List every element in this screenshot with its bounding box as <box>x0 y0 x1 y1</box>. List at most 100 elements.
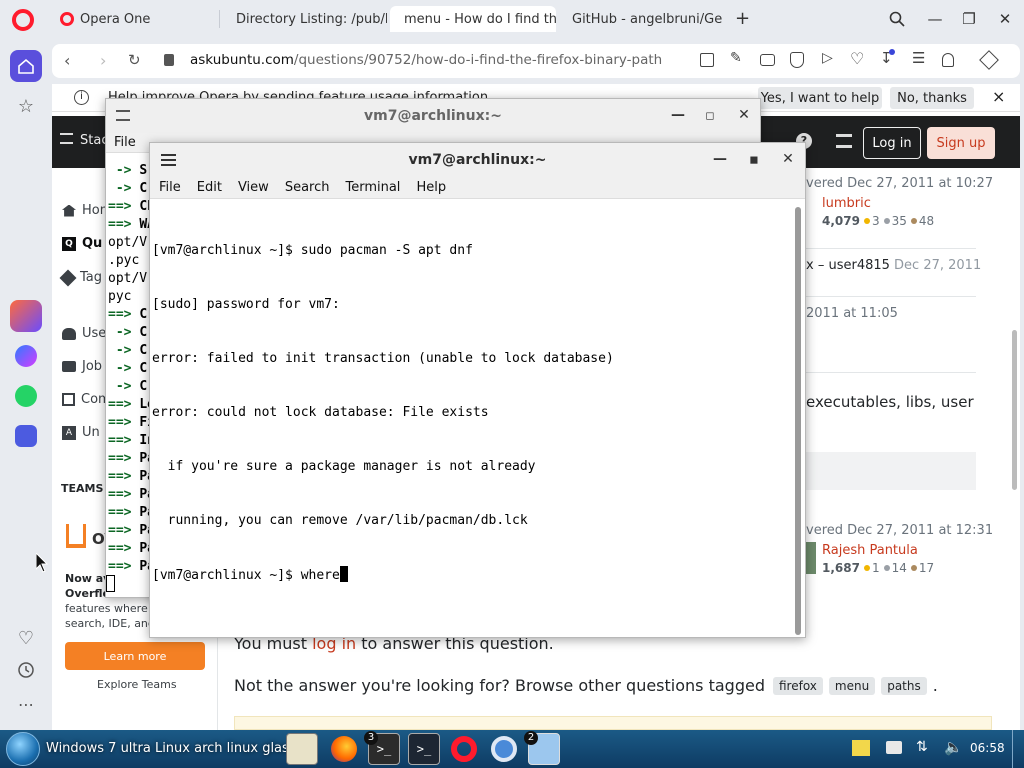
heart-bookmark-icon[interactable]: ♡ <box>850 49 864 68</box>
tab-directory-listing[interactable]: Directory Listing: /pub/b <box>222 6 387 32</box>
nav-questions[interactable]: Q Qu <box>62 236 102 251</box>
terminal-line: error: could not lock database: File exi… <box>152 405 489 420</box>
terminal-menu-search[interactable]: Search <box>277 180 338 195</box>
minimize-icon[interactable]: — <box>924 8 946 30</box>
tab-opera-one[interactable]: Opera One <box>52 6 217 32</box>
new-tab-button[interactable]: + <box>735 8 750 29</box>
opera-taskbar-icon[interactable] <box>448 733 480 765</box>
terminal-back-line: ==> Pa <box>108 523 155 538</box>
terminal-menu-view[interactable]: View <box>230 180 277 195</box>
play-icon[interactable]: ▷ <box>822 50 833 66</box>
answer2-rep: 1,687 1 14 17 <box>822 561 935 575</box>
opera-menu-icon[interactable] <box>12 9 34 31</box>
tab-github[interactable]: GitHub - angelbruni/Ge <box>558 6 723 32</box>
terminal-back-line: ==> Fi <box>108 415 155 430</box>
extensions-cube-icon[interactable] <box>979 50 999 70</box>
login-button[interactable]: Log in <box>863 127 921 159</box>
signup-button[interactable]: Sign up <box>927 127 995 159</box>
messenger-icon[interactable] <box>10 340 42 372</box>
answer2-user-link[interactable]: Rajesh Pantula <box>822 543 918 558</box>
tag-menu[interactable]: menu <box>828 676 876 695</box>
terminal-back-menu-file[interactable]: File <box>106 135 144 150</box>
terminal-front-close-icon[interactable]: ✕ <box>778 149 798 169</box>
notes-tray-icon[interactable] <box>852 740 870 756</box>
briefcase-icon <box>62 361 76 372</box>
whatsapp-icon[interactable] <box>10 380 42 412</box>
volume-tray-icon[interactable]: 🔈 <box>944 738 963 756</box>
profile-icon[interactable] <box>942 53 954 67</box>
back-icon[interactable]: ‹ <box>64 51 70 70</box>
terminal-back-hamburger-icon[interactable] <box>116 110 130 121</box>
split-view-icon[interactable] <box>700 53 714 67</box>
network-tray-icon[interactable]: ⇅ <box>916 739 928 755</box>
site-switcher-icon[interactable] <box>836 134 852 148</box>
terminal-front-maximize-icon[interactable]: ◼ <box>744 149 764 169</box>
nav-users[interactable]: Use <box>62 326 106 341</box>
edit-icon[interactable]: ✎ <box>730 50 742 66</box>
printer-tray-icon[interactable] <box>886 741 902 754</box>
reload-icon[interactable]: ↻ <box>128 51 141 69</box>
terminal-front-minimize-icon[interactable]: — <box>710 149 730 169</box>
questions-icon: Q <box>62 236 76 251</box>
speed-dial-star-icon[interactable]: ☆ <box>10 90 42 122</box>
firefox-icon[interactable] <box>328 733 360 765</box>
tag-firefox[interactable]: firefox <box>772 676 823 695</box>
shield-icon[interactable] <box>790 52 804 68</box>
terminal-window-count: 3 <box>364 731 378 745</box>
tag-paths[interactable]: paths <box>881 676 927 695</box>
terminal-back-line: ==> Pa <box>108 559 155 574</box>
terminal-taskbar-icon-2[interactable]: >_ <box>408 733 440 765</box>
music-player-icon[interactable] <box>10 420 42 452</box>
infobar-yes-button[interactable]: Yes, I want to help <box>758 87 882 109</box>
tab-askubuntu[interactable]: menu - How do I find the <box>390 6 556 32</box>
more-dots-icon[interactable]: ⋯ <box>10 688 42 720</box>
learn-more-button[interactable]: Learn more <box>65 642 205 670</box>
search-tabs-icon[interactable] <box>886 8 908 30</box>
terminal-menu-help[interactable]: Help <box>408 180 454 195</box>
terminal-back-line: opt/V <box>108 235 148 250</box>
home-icon[interactable] <box>10 50 42 82</box>
restore-icon[interactable]: ❐ <box>958 8 980 30</box>
terminal-back-minimize-icon[interactable]: — <box>668 105 688 125</box>
url-field[interactable]: askubuntu.com/questions/90752/how-do-i-f… <box>190 52 662 68</box>
terminal-back-close-icon[interactable]: ✕ <box>734 105 754 125</box>
tag-icon <box>59 269 77 286</box>
history-clock-icon[interactable] <box>10 654 42 686</box>
camera-icon[interactable] <box>760 54 775 66</box>
terminal-back-titlebar[interactable]: vm7@archlinux:~ — ◻ ✕ <box>106 99 760 133</box>
terminal-menu-file[interactable]: File <box>151 180 189 195</box>
terminal-back-line: pyc <box>108 289 132 304</box>
download-icon[interactable]: ↧ <box>880 49 895 67</box>
infobar-close-icon[interactable]: × <box>992 87 1005 106</box>
file-manager-icon[interactable] <box>286 733 318 765</box>
terminal-front-titlebar[interactable]: vm7@archlinux:~ — ◼ ✕ <box>150 143 805 177</box>
terminal-line: error: failed to init transaction (unabl… <box>152 351 614 366</box>
nav-unanswered[interactable]: A Un <box>62 425 100 440</box>
terminal-menu-terminal[interactable]: Terminal <box>337 180 408 195</box>
forward-icon[interactable]: › <box>100 51 106 70</box>
explore-teams-link[interactable]: Explore Teams <box>97 678 177 691</box>
mouse-pointer-icon <box>35 551 49 577</box>
terminal-front-scrollbar[interactable] <box>795 207 801 635</box>
terminal-menu-edit[interactable]: Edit <box>189 180 230 195</box>
terminal-back-maximize-icon[interactable]: ◻ <box>700 105 720 125</box>
easy-setup-icon[interactable]: ☰ <box>912 49 925 67</box>
aria-icon[interactable] <box>10 300 42 332</box>
show-desktop-button[interactable] <box>1012 730 1024 768</box>
start-orb-icon[interactable] <box>6 732 40 766</box>
hamburger-icon[interactable] <box>60 133 73 144</box>
terminal-front-output[interactable]: [vm7@archlinux ~]$ sudo pacman -S apt dn… <box>152 206 614 621</box>
nav-tags[interactable]: Tag <box>59 269 102 286</box>
page-scrollbar[interactable] <box>1012 330 1017 490</box>
opera-tab-icon <box>60 12 74 26</box>
answer1-user-link[interactable]: lumbric <box>822 196 871 211</box>
infobar-no-button[interactable]: No, thanks <box>890 87 974 109</box>
clock[interactable]: 06:58 <box>970 741 1005 755</box>
terminal-window-front[interactable]: vm7@archlinux:~ — ◼ ✕ File Edit View Sea… <box>149 142 806 638</box>
close-icon[interactable]: ✕ <box>994 8 1016 30</box>
nav-companies[interactable]: Com <box>62 392 111 407</box>
nav-jobs[interactable]: Job <box>62 359 102 374</box>
lock-icon[interactable] <box>164 54 174 66</box>
chromium-icon[interactable] <box>488 733 520 765</box>
heart-icon[interactable]: ♡ <box>10 622 42 654</box>
